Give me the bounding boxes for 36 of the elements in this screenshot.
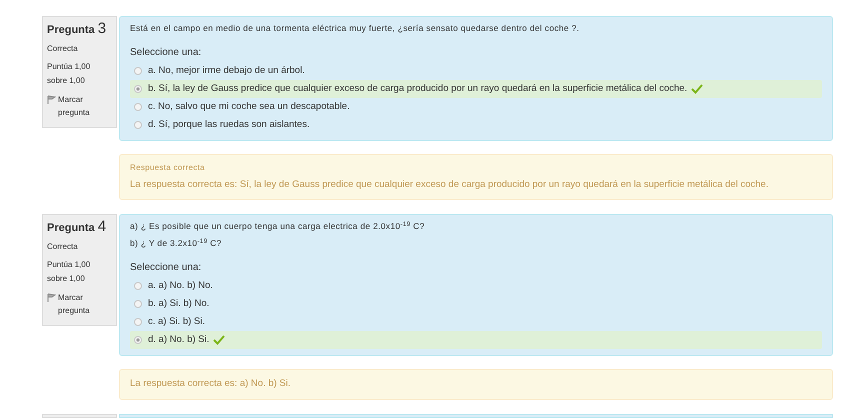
answer-option[interactable]: a. No, mejor irme debajo de un árbol. <box>130 62 822 80</box>
question-score: Puntúa 1,00 sobre 1,00 <box>47 259 92 286</box>
flag-question-link[interactable]: Marcar pregunta <box>58 291 112 318</box>
question-number: Pregunta 3 <box>47 21 108 38</box>
question-text: b) ¿ Y de 3.2x10$^{-19}$ C? <box>130 237 223 250</box>
radio-button[interactable] <box>134 85 142 93</box>
radio-button[interactable] <box>134 300 142 308</box>
check-icon <box>213 335 226 346</box>
flag-icon[interactable] <box>47 95 56 104</box>
question-text: Está en el campo en medio de una tormenta eléctrica muy fuerte, ¿sería sensato quedarse dentro del coche ?. <box>130 22 580 35</box>
flag-icon[interactable] <box>47 293 56 302</box>
answer-option[interactable]: c. a) Si. b) Si. <box>130 313 822 332</box>
prompt-text: Seleccione una: <box>130 46 202 60</box>
answer-option[interactable]: c. No, salvo que mi coche sea un descapotable. <box>130 98 822 116</box>
radio-button[interactable] <box>134 67 142 75</box>
feedback-title: Respuesta correcta <box>130 162 206 174</box>
question-score: Puntúa 1,00 sobre 1,00 <box>47 61 92 87</box>
check-icon <box>691 84 704 94</box>
radio-button[interactable] <box>134 121 142 129</box>
answer-option[interactable]: a. a) No. b) No. <box>130 277 822 296</box>
radio-button[interactable] <box>134 318 142 326</box>
radio-button[interactable] <box>134 282 142 290</box>
answer-option[interactable]: b. Sí, la ley de Gauss predice que cualquier exceso de carga producido por un rayo quedará en la superficie metálica del coche. <box>130 80 822 98</box>
prompt-text: Seleccione una: <box>130 261 202 276</box>
question-text: a) ¿ Es posible que un cuerpo tenga una carga electrica de 2.0x10$^{-19}$ C? <box>130 220 426 234</box>
question-number: Pregunta 4 <box>47 219 108 236</box>
feedback-text: La respuesta correcta es: a) No. b) Si. <box>130 377 292 392</box>
answer-option[interactable]: d. a) No. b) Si. <box>130 331 822 350</box>
radio-button[interactable] <box>134 336 142 344</box>
feedback-text: La respuesta correcta es: Sí, la ley de Gauss predice que cualquier exceso de carga producido por un rayo quedará en la superficie metálica del coche. <box>130 178 770 192</box>
question-status: Correcta <box>47 43 79 55</box>
radio-button[interactable] <box>134 103 142 111</box>
flag-question-link[interactable]: Marcar pregunta <box>58 93 112 119</box>
question-status: Correcta <box>47 241 79 254</box>
answer-option[interactable]: b. a) Si. b) No. <box>130 295 822 314</box>
answer-option[interactable]: d. Sí, porque las ruedas son aislantes. <box>130 116 822 134</box>
